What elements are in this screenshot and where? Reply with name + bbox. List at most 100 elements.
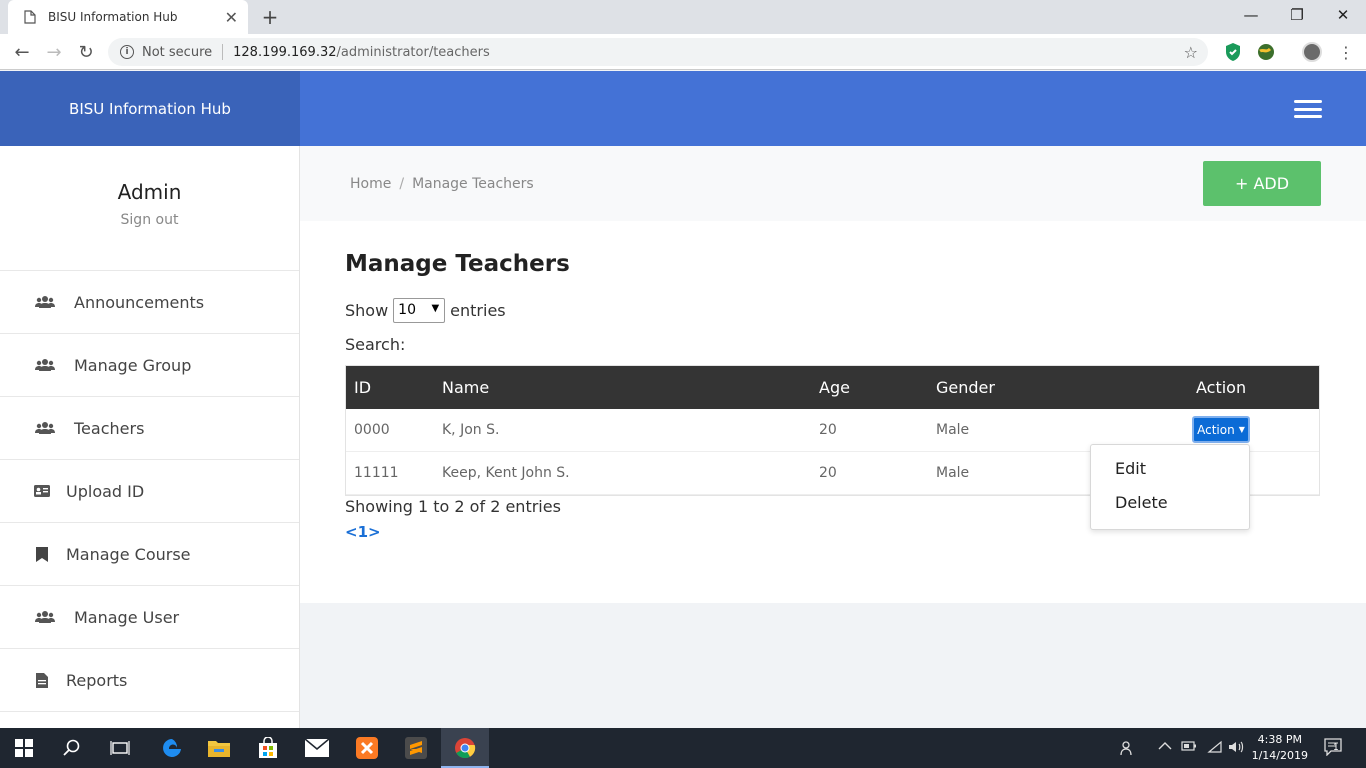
shield-extension-icon[interactable]	[1224, 42, 1244, 62]
user-profile: Admin Sign out	[0, 146, 299, 271]
sidebar-item-label: Manage Group	[74, 355, 192, 375]
url-path: /administrator/teachers	[336, 44, 490, 60]
menu-item-delete[interactable]: Delete	[1091, 493, 1249, 527]
top-navbar	[300, 71, 1366, 146]
show-label: Show	[345, 301, 389, 320]
sidebar-item-reports[interactable]: Reports	[0, 649, 299, 712]
sidebar-item-manage-group[interactable]: Manage Group	[0, 334, 299, 397]
battery-icon[interactable]	[1181, 740, 1197, 756]
back-arrow-icon[interactable]: ←	[10, 40, 34, 64]
minimize-button[interactable]: —	[1228, 0, 1274, 30]
page-size-value: 10	[398, 302, 416, 318]
menu-item-edit[interactable]: Edit	[1091, 459, 1249, 493]
people-icon[interactable]	[1120, 740, 1136, 760]
close-tab-icon[interactable]: ✕	[225, 8, 238, 27]
globe-extension-icon[interactable]	[1256, 42, 1276, 62]
cell-id: 11111	[354, 465, 399, 481]
show-hidden-icons-icon[interactable]	[1158, 740, 1172, 755]
sidebar: Admin Sign out Announcements Manage Grou…	[0, 146, 300, 728]
column-header-gender[interactable]: Gender	[936, 378, 995, 397]
sidebar-item-label: Announcements	[74, 292, 205, 312]
chrome-taskbar-button[interactable]	[441, 728, 489, 768]
task-view-icon[interactable]	[108, 736, 132, 760]
sidebar-item-announcements[interactable]: Announcements	[0, 271, 299, 334]
xampp-icon[interactable]	[355, 736, 379, 760]
address-bar[interactable]: i Not secure 128.199.169.32/administrato…	[108, 38, 1208, 66]
sidebar-item-label: Manage User	[74, 607, 180, 627]
dropdown-caret-icon: ▼	[431, 303, 440, 314]
edge-browser-icon[interactable]	[160, 736, 184, 760]
column-header-age[interactable]: Age	[819, 378, 850, 397]
users-icon	[34, 422, 56, 434]
restore-button[interactable]: ❐	[1274, 0, 1320, 30]
wifi-icon[interactable]	[1207, 740, 1223, 758]
notification-center-icon[interactable]: 1	[1324, 738, 1344, 760]
search-label: Search:	[345, 335, 406, 354]
bookmark-icon	[34, 546, 50, 562]
page-title: Manage Teachers	[345, 251, 570, 277]
browser-tab[interactable]: BISU Information Hub ✕	[8, 0, 248, 34]
entries-label: entries	[450, 301, 506, 320]
document-icon	[22, 9, 38, 25]
action-dropdown-button[interactable]: Action ▼	[1192, 416, 1250, 443]
table-header: ID Name Age Gender Action	[346, 366, 1319, 409]
divider	[222, 44, 224, 60]
clock-time: 4:38 PM	[1257, 733, 1302, 746]
forward-arrow-icon[interactable]: →	[42, 40, 66, 64]
cell-name: K, Jon S.	[442, 422, 500, 438]
content-card: Manage Teachers Show 10 ▼ entries Search…	[300, 221, 1366, 603]
cell-id: 0000	[354, 422, 390, 438]
users-icon	[34, 359, 56, 371]
sidebar-item-upload-id[interactable]: Upload ID	[0, 460, 299, 523]
sidebar-item-teachers[interactable]: Teachers	[0, 397, 299, 460]
breadcrumb-home[interactable]: Home	[350, 176, 391, 192]
windows-start-icon[interactable]	[12, 736, 36, 760]
search-icon[interactable]	[60, 736, 84, 760]
file-icon	[34, 672, 50, 688]
cell-age: 20	[819, 422, 837, 438]
security-label: Not secure	[142, 44, 213, 60]
mail-icon[interactable]	[305, 736, 329, 760]
reload-icon[interactable]: ↻	[74, 40, 98, 64]
add-button[interactable]: + ADD	[1203, 161, 1321, 206]
notification-count-badge: 1	[1333, 743, 1339, 753]
clock-date: 1/14/2019	[1251, 749, 1308, 762]
breadcrumb-bar: Home / Manage Teachers + ADD	[300, 146, 1366, 221]
close-window-button[interactable]: ✕	[1320, 0, 1366, 30]
more-menu-icon[interactable]: ⋮	[1334, 40, 1358, 64]
profile-avatar[interactable]	[1302, 42, 1322, 62]
bookmark-star-icon[interactable]: ☆	[1184, 43, 1198, 62]
column-header-id[interactable]: ID	[354, 378, 371, 397]
info-icon[interactable]: i	[120, 45, 134, 59]
cell-gender: Male	[936, 422, 970, 438]
sidebar-item-manage-user[interactable]: Manage User	[0, 586, 299, 649]
page-size-control: Show 10 ▼ entries	[345, 298, 506, 323]
cell-age: 20	[819, 465, 837, 481]
pagination[interactable]: <1>	[345, 523, 381, 541]
windows-taskbar: 4:38 PM 1/14/2019 1	[0, 728, 1366, 768]
sign-out-link[interactable]: Sign out	[0, 212, 299, 228]
table-info: Showing 1 to 2 of 2 entries	[345, 497, 561, 516]
cell-name: Keep, Kent John S.	[442, 465, 570, 481]
new-tab-button[interactable]: +	[258, 5, 282, 29]
chrome-icon	[453, 736, 477, 760]
cell-gender: Male	[936, 465, 970, 481]
caret-down-icon: ▼	[1238, 425, 1245, 434]
sidebar-item-label: Teachers	[74, 418, 145, 438]
volume-icon[interactable]	[1228, 740, 1244, 758]
sidebar-item-label: Reports	[66, 670, 128, 690]
hamburger-menu-icon[interactable]	[1294, 100, 1322, 118]
page-size-select[interactable]: 10 ▼	[393, 298, 446, 323]
sidebar-item-label: Upload ID	[66, 481, 145, 501]
user-name: Admin	[117, 180, 182, 204]
app-brand[interactable]: BISU Information Hub	[0, 71, 300, 146]
sidebar-item-manage-course[interactable]: Manage Course	[0, 523, 299, 586]
column-header-name[interactable]: Name	[442, 378, 489, 397]
tab-title: BISU Information Hub	[48, 10, 178, 24]
store-icon[interactable]	[256, 736, 280, 760]
browser-toolbar: ← → ↻ i Not secure 128.199.169.32/admini…	[0, 34, 1366, 70]
file-explorer-icon[interactable]	[207, 736, 231, 760]
system-clock[interactable]: 4:38 PM 1/14/2019	[1252, 732, 1308, 764]
column-header-action: Action	[1196, 378, 1247, 397]
sublime-text-icon[interactable]	[404, 736, 428, 760]
